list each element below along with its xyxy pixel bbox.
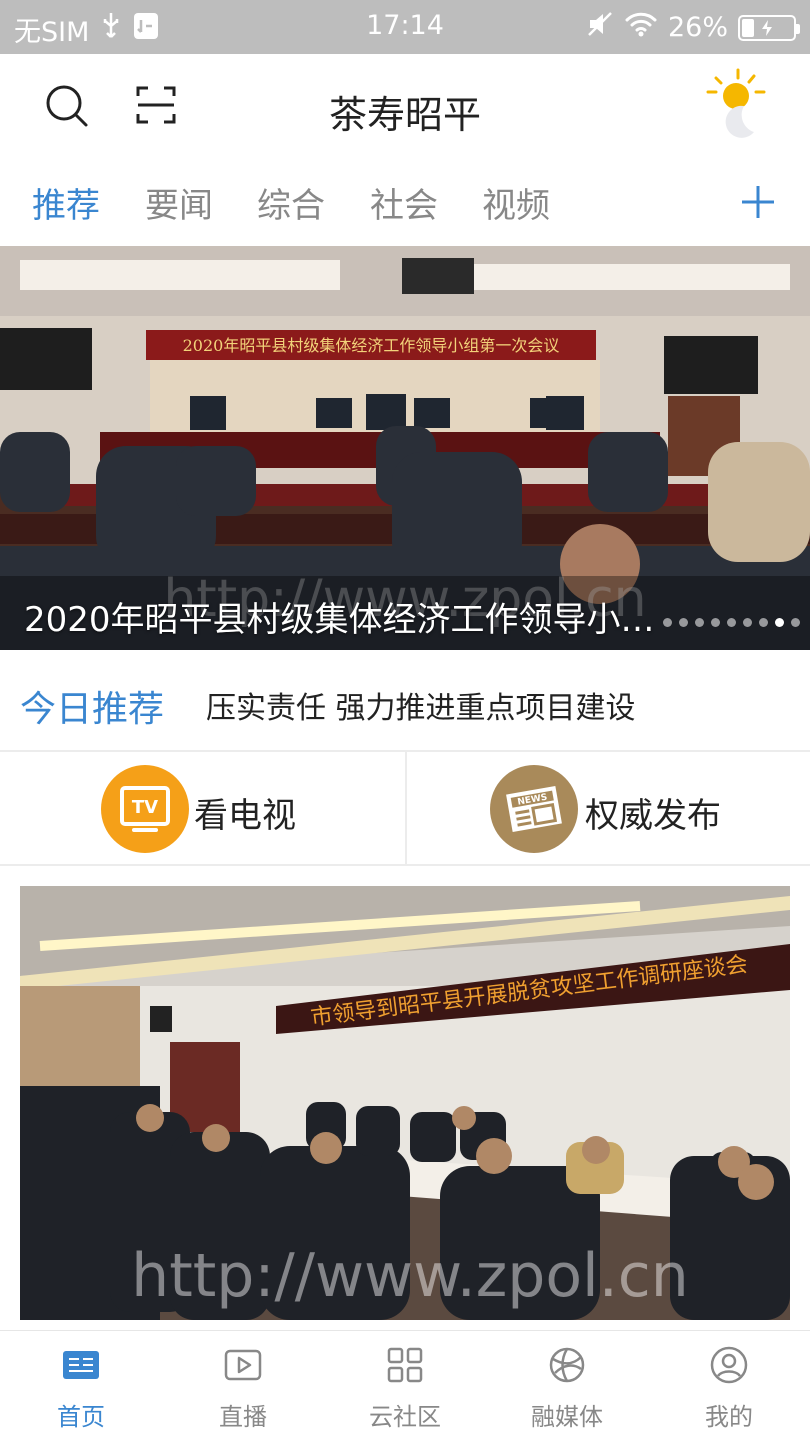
battery-percent: 26% <box>667 12 728 43</box>
svg-text:TV: TV <box>132 797 158 818</box>
status-right: 26% <box>586 10 800 45</box>
carousel-dot <box>743 618 752 627</box>
banner-carousel[interactable]: 2020年昭平县村级集体经济工作领导小组第一次会议 http://www.zpo… <box>0 246 810 650</box>
play-icon <box>223 1345 263 1389</box>
newspaper-icon: NEWS <box>489 764 579 858</box>
carousel-dot <box>695 618 704 627</box>
wifi-icon <box>624 11 658 44</box>
nav-live[interactable]: 直播 <box>162 1331 324 1440</box>
official-release-button[interactable]: NEWS 权威发布 <box>405 752 810 864</box>
today-recommend[interactable]: 今日推荐 压实责任 强力推进重点项目建设 <box>0 650 810 752</box>
carousel-indicator <box>663 618 800 627</box>
nav-community-label: 云社区 <box>369 1403 441 1431</box>
nav-home-label: 首页 <box>57 1403 105 1431</box>
grid-icon <box>385 1345 425 1389</box>
banner-sign-text: 2020年昭平县村级集体经济工作领导小组第一次会议 <box>183 336 560 355</box>
tab-society[interactable]: 社会 <box>370 178 438 227</box>
mute-icon <box>586 10 614 45</box>
watch-tv-button[interactable]: TV 看电视 <box>0 752 405 864</box>
add-channel-icon[interactable] <box>740 184 776 224</box>
nav-live-label: 直播 <box>219 1403 267 1431</box>
news-photo: 市领导到昭平县开展脱贫攻坚工作调研座谈会 http://www.zpol.cn <box>20 886 790 1320</box>
nav-community[interactable]: 云社区 <box>324 1331 486 1440</box>
tab-video[interactable]: 视频 <box>482 178 550 227</box>
carousel-dot <box>791 618 800 627</box>
tab-headlines[interactable]: 要闻 <box>145 178 213 227</box>
carousel-dot-active <box>775 618 784 627</box>
today-recommend-headline[interactable]: 压实责任 强力推进重点项目建设 <box>206 683 636 727</box>
quick-entries: TV 看电视 NEWS 权威发布 <box>0 752 810 866</box>
carousel-dot <box>759 618 768 627</box>
banner-caption[interactable]: 2020年昭平县村级集体经济工作领导小组第一次会议 <box>24 592 684 641</box>
carousel-dot <box>727 618 736 627</box>
user-icon <box>709 1345 749 1389</box>
weather-icon[interactable] <box>702 66 770 142</box>
carousel-dot <box>663 618 672 627</box>
news-watermark: http://www.zpol.cn <box>131 1241 689 1311</box>
nav-profile-label: 我的 <box>705 1403 753 1431</box>
nav-media[interactable]: 融媒体 <box>486 1331 648 1440</box>
news-card-image[interactable]: 市领导到昭平县开展脱贫攻坚工作调研座谈会 http://www.zpol.cn <box>20 886 790 1320</box>
tv-icon: TV <box>100 764 190 858</box>
carousel-dot <box>711 618 720 627</box>
tab-recommend[interactable]: 推荐 <box>32 178 100 227</box>
app-title: 茶寿昭平 <box>328 93 481 137</box>
status-bar: 无SIM 17:14 26% <box>0 0 810 54</box>
battery-icon <box>738 14 800 41</box>
globe-icon <box>547 1345 587 1389</box>
app-header: 茶寿昭平 <box>0 54 810 158</box>
nav-media-label: 融媒体 <box>531 1403 603 1431</box>
today-recommend-label: 今日推荐 <box>20 689 165 730</box>
watch-tv-label: 看电视 <box>194 796 296 836</box>
official-release-label: 权威发布 <box>585 796 721 836</box>
bottom-nav: 首页 直播 云社区 融媒体 我的 <box>0 1330 810 1440</box>
banner-image: 2020年昭平县村级集体经济工作领导小组第一次会议 http://www.zpo… <box>0 246 810 650</box>
carousel-dot <box>679 618 688 627</box>
tab-general[interactable]: 综合 <box>257 178 325 227</box>
home-icon <box>61 1345 101 1389</box>
nav-home[interactable]: 首页 <box>0 1331 162 1440</box>
channel-tabs: 推荐 要闻 综合 社会 视频 <box>0 158 810 246</box>
nav-profile[interactable]: 我的 <box>648 1331 810 1440</box>
